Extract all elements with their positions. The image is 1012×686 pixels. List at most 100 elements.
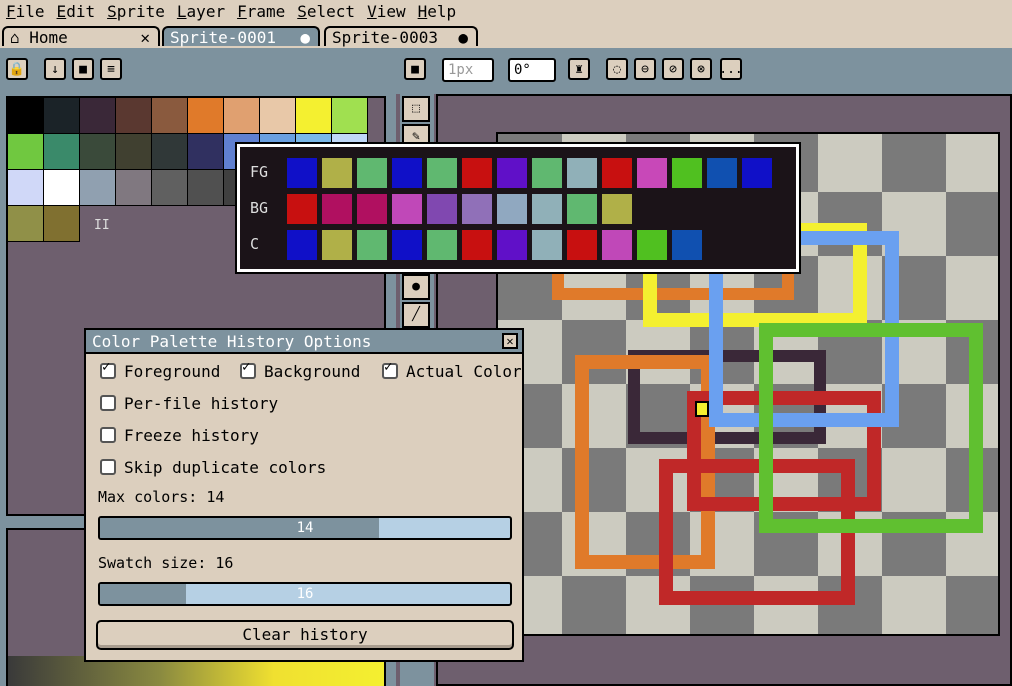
palette-swatch[interactable] — [188, 98, 224, 134]
menu-icon[interactable]: ≡ — [100, 58, 122, 80]
close-button[interactable]: ✕ — [502, 333, 518, 349]
history-swatch[interactable] — [286, 193, 318, 225]
lasso-icon[interactable]: ◌ — [606, 58, 628, 80]
palette-swatch[interactable] — [152, 170, 188, 206]
history-swatch[interactable] — [391, 157, 423, 189]
menu-file[interactable]: File — [0, 1, 51, 23]
swatch-size-slider[interactable]: 16 — [98, 582, 512, 606]
history-swatch[interactable] — [286, 157, 318, 189]
palette-swatch[interactable] — [152, 98, 188, 134]
history-swatch[interactable] — [601, 229, 633, 261]
history-swatch[interactable] — [531, 157, 563, 189]
history-swatch[interactable] — [671, 157, 703, 189]
fill-tool-icon[interactable]: ● — [402, 274, 430, 300]
history-swatch[interactable] — [531, 193, 563, 225]
palette-swatch[interactable] — [260, 98, 296, 134]
history-swatch[interactable] — [426, 157, 458, 189]
palette-swatch[interactable] — [8, 206, 44, 242]
palette-swatch[interactable] — [188, 134, 224, 170]
more-options-button[interactable]: ... — [719, 58, 743, 80]
palette-swatch[interactable] — [152, 134, 188, 170]
pressure-icon[interactable]: ⊖ — [634, 58, 656, 80]
history-swatch[interactable] — [531, 229, 563, 261]
brush-angle-field[interactable]: 0° — [508, 58, 556, 82]
history-swatch[interactable] — [461, 193, 493, 225]
history-swatch[interactable] — [356, 157, 388, 189]
history-swatch[interactable] — [566, 157, 598, 189]
palette-swatch[interactable] — [80, 98, 116, 134]
palette-swatch[interactable] — [188, 170, 224, 206]
history-swatch[interactable] — [601, 193, 633, 225]
history-swatch[interactable] — [321, 157, 353, 189]
history-swatch[interactable] — [391, 193, 423, 225]
slash-icon[interactable]: ⊘ — [662, 58, 684, 80]
palette-swatch[interactable] — [296, 98, 332, 134]
tab-sprite-0001[interactable]: Sprite-0001 ● — [162, 26, 320, 48]
clear-history-button[interactable]: Clear history — [96, 620, 514, 650]
history-swatch[interactable] — [286, 229, 318, 261]
square-icon[interactable]: ■ — [72, 58, 94, 80]
lock-icon[interactable]: 🔒 — [6, 58, 28, 80]
tab-sprite-0003[interactable]: Sprite-0003 ● — [324, 26, 478, 48]
palette-swatch[interactable] — [8, 134, 44, 170]
history-swatch[interactable] — [601, 157, 633, 189]
history-swatch[interactable] — [566, 229, 598, 261]
palette-swatch[interactable] — [224, 98, 260, 134]
brush-shape-icon[interactable]: ■ — [404, 58, 426, 80]
palette-swatch[interactable] — [332, 98, 368, 134]
history-swatch[interactable] — [706, 157, 738, 189]
history-swatch[interactable] — [356, 229, 388, 261]
history-swatch[interactable] — [566, 193, 598, 225]
history-swatch[interactable] — [426, 193, 458, 225]
history-swatch[interactable] — [321, 193, 353, 225]
max-colors-slider[interactable]: 14 — [98, 516, 512, 540]
palette-swatch[interactable] — [116, 170, 152, 206]
palette-swatch[interactable] — [116, 134, 152, 170]
line-tool-icon[interactable]: ╱ — [402, 302, 430, 328]
per-file-checkbox[interactable]: Per-file history — [100, 394, 278, 413]
history-swatch[interactable] — [496, 193, 528, 225]
history-swatch[interactable] — [426, 229, 458, 261]
menu-view[interactable]: View — [361, 1, 412, 23]
background-checkbox[interactable]: Background — [240, 359, 360, 381]
menu-layer[interactable]: Layer — [171, 1, 231, 23]
marquee-tool-icon[interactable]: ⬚ — [402, 96, 430, 122]
palette-swatch[interactable] — [44, 206, 80, 242]
history-swatch[interactable] — [671, 229, 703, 261]
history-swatch[interactable] — [461, 229, 493, 261]
no-symbol-icon[interactable]: ⊗ — [690, 58, 712, 80]
history-swatch[interactable] — [461, 157, 493, 189]
history-swatch[interactable] — [496, 229, 528, 261]
palette-swatch[interactable] — [8, 98, 44, 134]
history-swatch[interactable] — [356, 193, 388, 225]
skip-duplicates-checkbox[interactable]: Skip duplicate colors — [100, 458, 326, 477]
brush-size-field[interactable]: 1px — [442, 58, 494, 82]
history-swatch[interactable] — [636, 157, 668, 189]
history-swatch[interactable] — [321, 229, 353, 261]
history-swatch[interactable] — [391, 229, 423, 261]
menu-sprite[interactable]: Sprite — [101, 1, 171, 23]
history-swatch[interactable] — [741, 157, 773, 189]
palette-swatch[interactable] — [80, 170, 116, 206]
palette-swatch[interactable] — [8, 170, 44, 206]
palette-swatch[interactable] — [44, 170, 80, 206]
actual-color-checkbox[interactable]: Actual Color — [382, 359, 522, 381]
freeze-checkbox[interactable]: Freeze history — [100, 426, 259, 445]
palette-swatch[interactable] — [80, 134, 116, 170]
palette-swatch[interactable] — [116, 98, 152, 134]
unsaved-dot-icon[interactable]: ● — [458, 28, 468, 48]
history-swatch[interactable] — [636, 229, 668, 261]
menu-frame[interactable]: Frame — [231, 1, 291, 23]
menu-select[interactable]: Select — [291, 1, 361, 23]
palette-swatch[interactable] — [44, 134, 80, 170]
palette-swatch[interactable] — [44, 98, 80, 134]
menu-help[interactable]: Help — [412, 1, 463, 23]
close-icon[interactable]: ✕ — [140, 28, 150, 48]
menu-edit[interactable]: Edit — [51, 1, 102, 23]
arrow-down-icon[interactable]: ↓ — [44, 58, 66, 80]
history-swatch[interactable] — [496, 157, 528, 189]
foreground-checkbox[interactable]: Foreground — [100, 359, 220, 381]
unsaved-dot-icon[interactable]: ● — [300, 28, 310, 48]
ink-icon[interactable]: ♜ — [568, 58, 590, 80]
tab-home[interactable]: ⌂ Home ✕ — [2, 26, 160, 48]
